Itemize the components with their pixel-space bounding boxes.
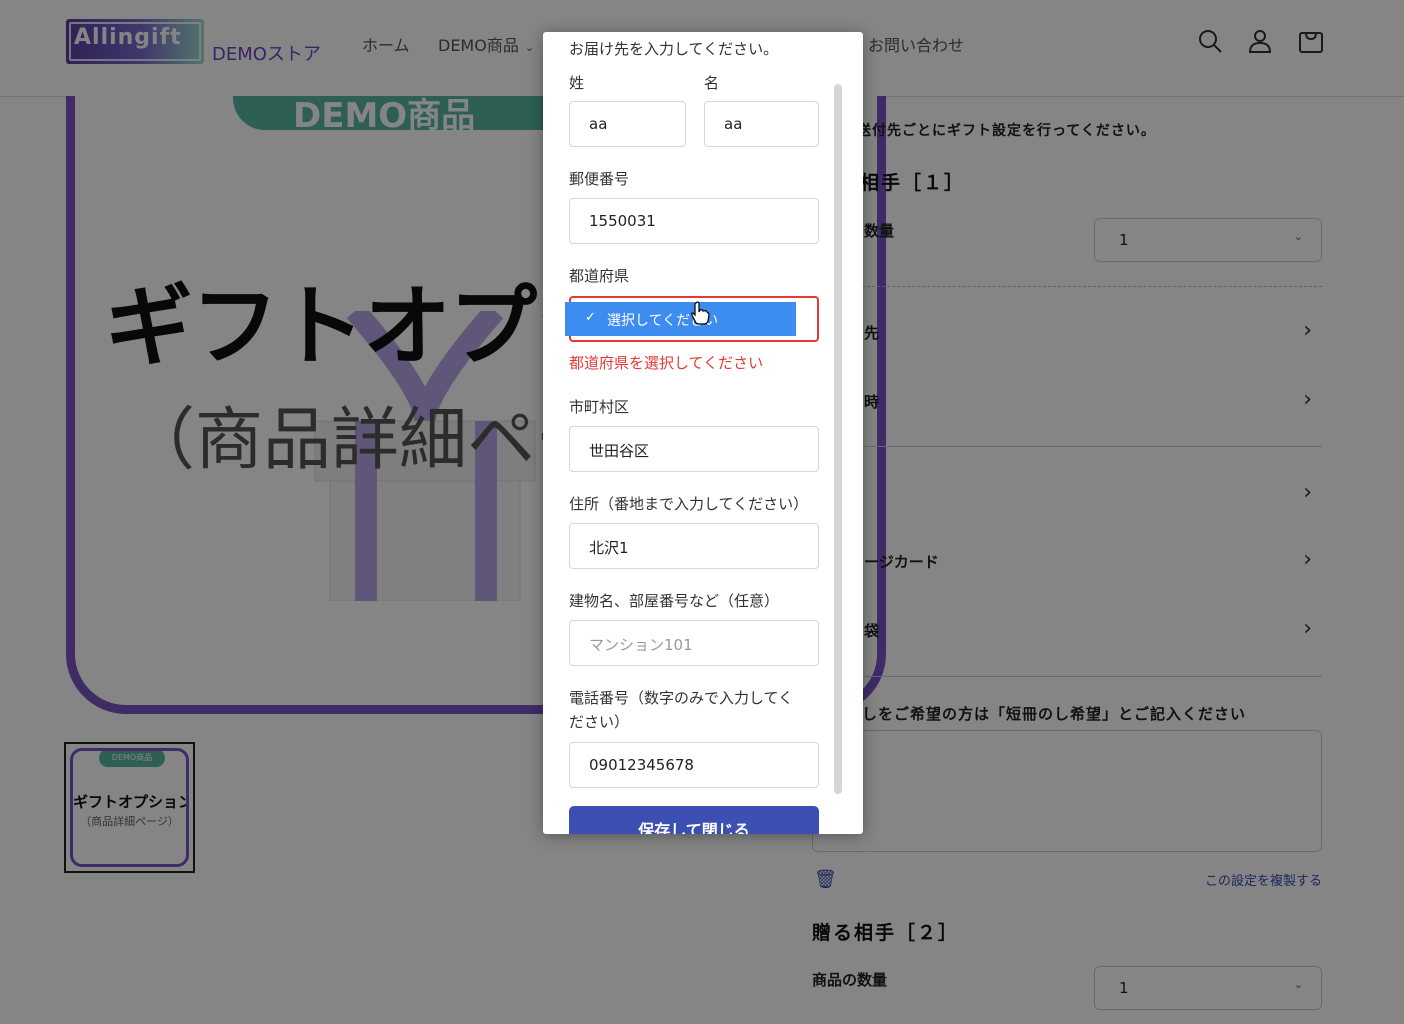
phone-value: 09012345678: [589, 756, 694, 774]
building-input[interactable]: マンション101: [569, 620, 819, 666]
last-name-label: 姓: [569, 74, 585, 92]
checkmark-icon: ✓: [585, 310, 596, 325]
save-button-label: 保存して閉じる: [638, 821, 750, 834]
hand-cursor-icon: [691, 301, 710, 325]
city-value: 世田谷区: [589, 442, 650, 460]
first-name-label: 名: [704, 74, 720, 92]
last-name-value: aa: [589, 115, 608, 133]
address-modal: お届け先を入力してください。 姓 名 aa aa 郵便番号 1550031 都道…: [543, 32, 863, 834]
last-name-input[interactable]: aa: [569, 101, 686, 147]
building-label: 建物名、部屋番号など（任意）: [569, 592, 780, 610]
address-input[interactable]: 北沢1: [569, 523, 819, 569]
city-input[interactable]: 世田谷区: [569, 426, 819, 472]
phone-label-line2: ださい）: [569, 713, 630, 731]
postal-code-value: 1550031: [589, 212, 656, 230]
address-label: 住所（番地まで入力してください）: [569, 495, 809, 513]
first-name-input[interactable]: aa: [704, 101, 819, 147]
first-name-value: aa: [724, 115, 743, 133]
address-value: 北沢1: [589, 539, 629, 557]
prefecture-option-selected[interactable]: ✓ 選択してください: [565, 302, 796, 336]
modal-intro: お届け先を入力してください。: [569, 40, 779, 58]
prefecture-label: 都道府県: [569, 267, 630, 285]
prefecture-error: 都道府県を選択してください: [569, 354, 764, 372]
phone-input[interactable]: 09012345678: [569, 742, 819, 788]
phone-label-line1: 電話番号（数字のみで入力してく: [569, 689, 794, 707]
postal-code-input[interactable]: 1550031: [569, 198, 819, 244]
postal-code-label: 郵便番号: [569, 170, 630, 188]
save-and-close-button[interactable]: 保存して閉じる: [569, 806, 819, 834]
modal-scrollbar[interactable]: [834, 84, 842, 794]
building-placeholder: マンション101: [589, 636, 693, 654]
city-label: 市町村区: [569, 398, 630, 416]
